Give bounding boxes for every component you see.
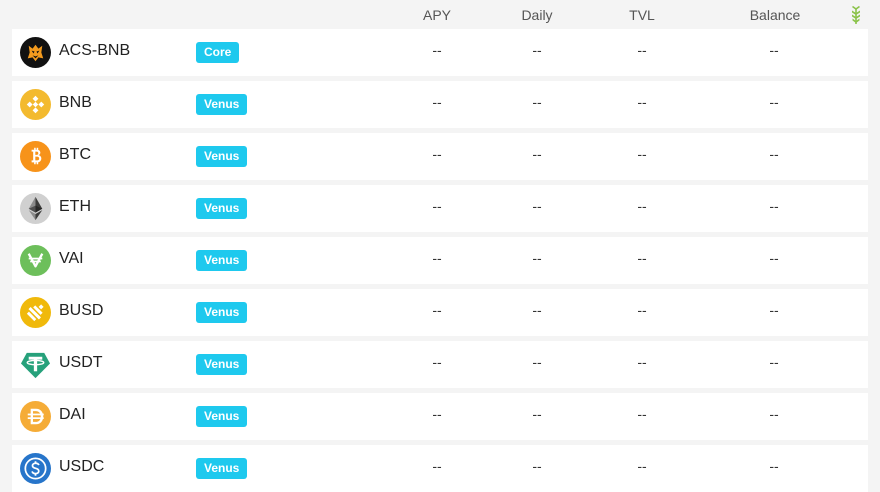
pool-name: BUSD bbox=[59, 302, 104, 319]
balance-value: -- bbox=[769, 198, 779, 214]
daily-value: -- bbox=[532, 406, 542, 422]
table-row[interactable]: ACS-BNB Core -- -- -- -- bbox=[12, 29, 868, 76]
pool-list: ACS-BNB Core -- -- -- -- BNB Venus -- --… bbox=[12, 29, 868, 492]
balance-value: -- bbox=[769, 250, 779, 266]
balance-value: -- bbox=[769, 302, 779, 318]
tvl-value: -- bbox=[637, 458, 647, 474]
daily-value: -- bbox=[532, 458, 542, 474]
pool-name: ACS-BNB bbox=[59, 42, 131, 59]
pool-name: BNB bbox=[59, 94, 92, 111]
tvl-value: -- bbox=[637, 146, 647, 162]
usdc-icon bbox=[20, 453, 51, 484]
platform-badge: Venus bbox=[196, 198, 248, 219]
header-tvl[interactable]: TVL bbox=[629, 7, 655, 23]
balance-value: -- bbox=[769, 146, 779, 162]
pool-name: DAI bbox=[59, 406, 86, 423]
pool-name: BTC bbox=[59, 146, 91, 163]
apy-value: -- bbox=[432, 250, 442, 266]
table-row[interactable]: BTC Venus -- -- -- -- bbox=[12, 133, 868, 180]
dai-icon bbox=[20, 401, 51, 432]
balance-value: -- bbox=[769, 406, 779, 422]
busd-icon bbox=[20, 297, 51, 328]
pool-name: VAI bbox=[59, 250, 84, 267]
balance-value: -- bbox=[769, 94, 779, 110]
daily-value: -- bbox=[532, 302, 542, 318]
eth-icon bbox=[20, 193, 51, 224]
tvl-value: -- bbox=[637, 42, 647, 58]
acs-bnb-icon bbox=[20, 37, 51, 68]
bnb-icon bbox=[20, 89, 51, 120]
daily-value: -- bbox=[532, 198, 542, 214]
btc-icon bbox=[20, 141, 51, 172]
apy-value: -- bbox=[432, 302, 442, 318]
vai-icon bbox=[20, 245, 51, 276]
pool-name: USDC bbox=[59, 458, 105, 475]
platform-badge: Venus bbox=[196, 458, 248, 479]
apy-value: -- bbox=[432, 94, 442, 110]
table-row[interactable]: VAI Venus -- -- -- -- bbox=[12, 237, 868, 284]
apy-value: -- bbox=[432, 198, 442, 214]
table-row[interactable]: ETH Venus -- -- -- -- bbox=[12, 185, 868, 232]
tvl-value: -- bbox=[637, 250, 647, 266]
table-row[interactable]: BUSD Venus -- -- -- -- bbox=[12, 289, 868, 336]
apy-value: -- bbox=[432, 354, 442, 370]
daily-value: -- bbox=[532, 42, 542, 58]
balance-value: -- bbox=[769, 458, 779, 474]
apy-value: -- bbox=[432, 458, 442, 474]
table-row[interactable]: USDC Venus -- -- -- -- bbox=[12, 445, 868, 492]
tvl-value: -- bbox=[637, 406, 647, 422]
platform-badge: Venus bbox=[196, 146, 248, 167]
tvl-value: -- bbox=[637, 198, 647, 214]
sort-sprout-icon[interactable] bbox=[849, 5, 863, 25]
platform-badge: Venus bbox=[196, 250, 248, 271]
header-balance[interactable]: Balance bbox=[750, 7, 801, 23]
platform-badge: Venus bbox=[196, 302, 248, 323]
header-apy[interactable]: APY bbox=[423, 7, 451, 23]
table-row[interactable]: DAI Venus -- -- -- -- bbox=[12, 393, 868, 440]
platform-badge: Venus bbox=[196, 94, 248, 115]
apy-value: -- bbox=[432, 42, 442, 58]
platform-badge: Venus bbox=[196, 354, 248, 375]
table-row[interactable]: USDT Venus -- -- -- -- bbox=[12, 341, 868, 388]
pool-name: USDT bbox=[59, 354, 103, 371]
daily-value: -- bbox=[532, 250, 542, 266]
balance-value: -- bbox=[769, 354, 779, 370]
platform-badge: Venus bbox=[196, 406, 248, 427]
daily-value: -- bbox=[532, 354, 542, 370]
tvl-value: -- bbox=[637, 354, 647, 370]
usdt-icon bbox=[20, 349, 51, 380]
table-header: APY Daily TVL Balance bbox=[0, 0, 880, 28]
pool-name: ETH bbox=[59, 198, 91, 215]
apy-value: -- bbox=[432, 146, 442, 162]
daily-value: -- bbox=[532, 94, 542, 110]
daily-value: -- bbox=[532, 146, 542, 162]
apy-value: -- bbox=[432, 406, 442, 422]
header-daily[interactable]: Daily bbox=[521, 7, 552, 23]
table-row[interactable]: BNB Venus -- -- -- -- bbox=[12, 81, 868, 128]
balance-value: -- bbox=[769, 42, 779, 58]
tvl-value: -- bbox=[637, 94, 647, 110]
tvl-value: -- bbox=[637, 302, 647, 318]
platform-badge: Core bbox=[196, 42, 240, 63]
